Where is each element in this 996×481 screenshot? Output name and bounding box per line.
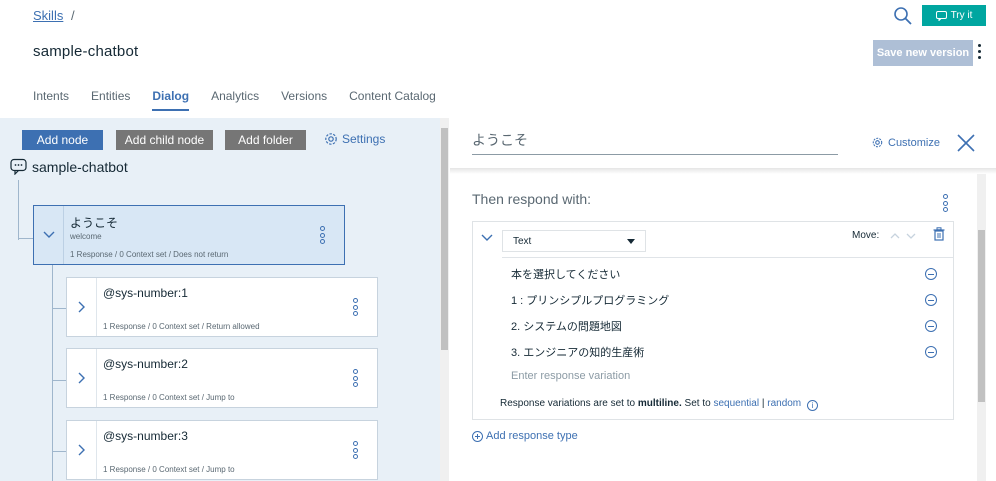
page-title: sample-chatbot [33,43,139,60]
remove-variation-icon[interactable] [925,294,937,306]
node-title: @sys-number:2 [103,357,188,371]
add-response-type-label: Add response type [486,430,578,442]
tree-scrollbar[interactable] [440,118,449,481]
new-variation-input[interactable]: Enter response variation [511,370,630,382]
node-editor-panel: ようこそ Customize Then respond with: Text M… [450,118,996,481]
note-set-to: Set to [684,398,711,409]
tree-connector [52,308,67,309]
tab-versions[interactable]: Versions [281,89,327,111]
dialog-node[interactable]: @sys-number:3 1 Response / 0 Context set… [66,420,378,480]
tree-connector [52,265,53,481]
gear-icon [325,133,337,145]
breadcrumb-separator: / [70,8,75,23]
chat-icon [935,10,947,21]
add-folder-button[interactable]: Add folder [225,130,306,150]
tab-dialog[interactable]: Dialog [152,89,190,111]
chatbot-icon [10,158,27,175]
move-arrows-icon[interactable] [889,230,919,242]
chevron-right-icon[interactable] [67,278,97,336]
node-overflow-icon[interactable] [353,441,359,459]
settings-label: Settings [342,132,386,146]
customize-label: Customize [888,136,940,149]
tree-root: sample-chatbot [10,158,128,175]
node-overflow-icon[interactable] [353,369,359,387]
tree-connector [18,180,19,240]
scrollbar-thumb[interactable] [441,128,448,350]
breadcrumb: Skills / [33,8,75,23]
add-response-type-link[interactable]: Add response type [472,430,578,442]
tab-content-catalog[interactable]: Content Catalog [349,89,436,111]
response-type-select[interactable]: Text [502,230,646,252]
response-variation[interactable]: 1 : プリンシプルプログラミング [511,292,669,308]
header: Skills / sample-chatbot Try it Save new … [0,0,996,118]
node-title: ようこそ [70,216,119,230]
node-meta: 1 Response / 0 Context set / Jump to [103,393,235,402]
tree-root-label: sample-chatbot [32,158,128,175]
overflow-menu-icon[interactable] [978,44,982,62]
tree-connector [52,451,67,452]
trash-icon[interactable] [933,227,945,241]
save-new-version-button[interactable]: Save new version [873,40,973,66]
settings-link[interactable]: Settings [323,131,385,147]
customize-link[interactable]: Customize [871,136,940,149]
editor-scrollbar[interactable] [977,174,986,481]
search-icon[interactable] [893,6,913,26]
scrollbar-thumb[interactable] [978,230,985,402]
sequential-link[interactable]: sequential [713,398,759,409]
random-link[interactable]: random [767,398,801,409]
node-meta: 1 Response / 0 Context set / Return allo… [103,322,260,331]
chevron-down-icon[interactable] [34,206,64,264]
remove-variation-icon[interactable] [925,346,937,358]
node-title: @sys-number:1 [103,286,188,300]
tree-connector [52,380,67,381]
tab-entities[interactable]: Entities [91,89,130,111]
remove-variation-icon[interactable] [925,320,937,332]
breadcrumb-skills-link[interactable]: Skills [33,8,63,23]
then-respond-heading: Then respond with: [472,191,592,207]
info-icon[interactable]: i [806,400,818,411]
node-name-input[interactable]: ようこそ [472,130,838,155]
close-icon[interactable] [956,133,976,153]
response-variation[interactable]: 2. システムの問題地図 [511,318,622,334]
variation-mode-note: Response variations are set to multiline… [500,398,818,411]
response-overflow-icon[interactable] [943,194,949,212]
move-label: Move: [852,230,880,241]
try-it-button[interactable]: Try it [922,5,986,26]
add-node-button[interactable]: Add node [22,130,103,150]
tab-analytics[interactable]: Analytics [211,89,259,111]
node-overflow-icon[interactable] [353,298,359,316]
caret-down-icon [627,239,635,244]
note-prefix: Response variations are set to [500,398,636,409]
node-meta: 1 Response / 0 Context set / Jump to [103,465,235,474]
chevron-right-icon[interactable] [67,349,97,407]
note-pipe: | [761,398,765,409]
chevron-down-icon[interactable] [481,231,493,245]
tab-intents[interactable]: Intents [33,89,69,111]
add-child-node-button[interactable]: Add child node [116,130,213,150]
dialog-node[interactable]: ようこそ welcome 1 Response / 0 Context set … [33,205,345,265]
response-card: Text Move: 本を選択してください 1 : プリンシプルプログラミング … [472,221,954,420]
card-divider [502,257,953,258]
node-meta: 1 Response / 0 Context set / Does not re… [70,250,229,259]
response-variation[interactable]: 本を選択してください [511,266,620,282]
dialog-tree-panel: Add node Add child node Add folder Setti… [0,118,449,481]
tab-bar: Intents Entities Dialog Analytics Versio… [33,89,458,111]
tree-connector [18,238,34,239]
node-title: @sys-number:3 [103,429,188,443]
dialog-node[interactable]: @sys-number:1 1 Response / 0 Context set… [66,277,378,337]
node-overflow-icon[interactable] [320,226,326,244]
header-divider [450,168,996,174]
response-type-value: Text [513,235,532,247]
note-mode: multiline. [637,398,682,409]
node-condition: welcome [70,232,102,241]
dialog-node[interactable]: @sys-number:2 1 Response / 0 Context set… [66,348,378,408]
add-circle-icon [472,430,483,442]
chevron-right-icon[interactable] [67,421,97,479]
gear-icon [872,137,883,148]
remove-variation-icon[interactable] [925,268,937,280]
response-variation[interactable]: 3. エンジニアの知的生産術 [511,344,644,360]
try-it-label: Try it [950,10,973,21]
